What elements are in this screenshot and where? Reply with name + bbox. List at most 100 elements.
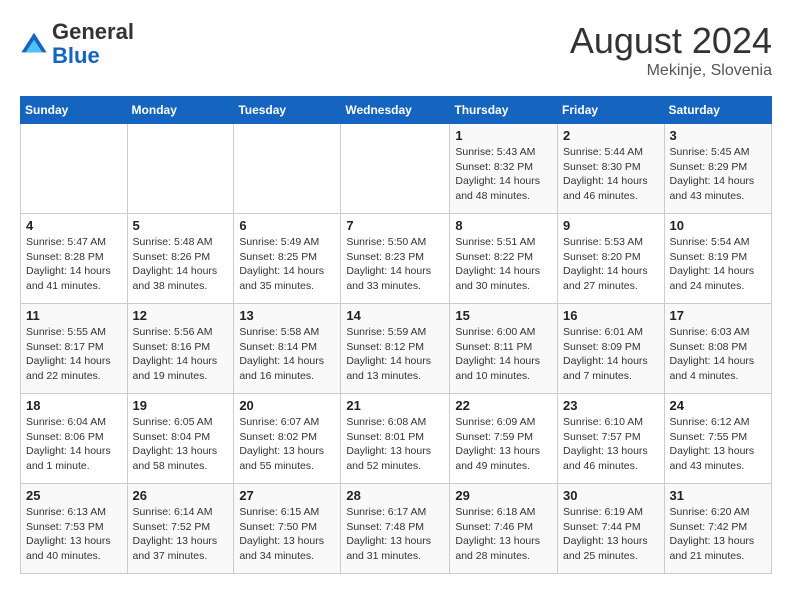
day-number: 6 [239, 218, 335, 233]
day-info: Sunrise: 6:09 AMSunset: 7:59 PMDaylight:… [455, 415, 552, 474]
weekday-header-monday: Monday [127, 97, 234, 124]
weekday-header-wednesday: Wednesday [341, 97, 450, 124]
day-number: 2 [563, 128, 659, 143]
day-number: 13 [239, 308, 335, 323]
day-number: 5 [133, 218, 229, 233]
week-row-2: 4 Sunrise: 5:47 AMSunset: 8:28 PMDaylight… [21, 214, 772, 304]
calendar-cell: 19 Sunrise: 6:05 AMSunset: 8:04 PMDayligh… [127, 394, 234, 484]
calendar-cell: 8Sunrise: 5:51 AMSunset: 8:22 PMDaylight… [450, 214, 558, 304]
weekday-header-row: SundayMondayTuesdayWednesdayThursdayFrid… [21, 97, 772, 124]
day-number: 28 [346, 488, 444, 503]
day-number: 1 [455, 128, 552, 143]
day-info: Sunrise: 5:47 AMSunset: 8:28 PMDaylight:… [26, 235, 122, 294]
week-row-5: 25Sunrise: 6:13 AMSunset: 7:53 PMDayligh… [21, 484, 772, 574]
day-info: Sunrise: 6:17 AMSunset: 7:48 PMDaylight:… [346, 505, 444, 564]
calendar-cell: 28 Sunrise: 6:17 AMSunset: 7:48 PMDayligh… [341, 484, 450, 574]
day-number: 10 [670, 218, 766, 233]
title-area: August 2024 Mekinje, Slovenia [570, 20, 772, 80]
calendar-cell: 9 Sunrise: 5:53 AMSunset: 8:20 PMDaylight… [558, 214, 665, 304]
day-number: 25 [26, 488, 122, 503]
calendar-cell: 29 Sunrise: 6:18 AMSunset: 7:46 PMDayligh… [450, 484, 558, 574]
day-number: 12 [133, 308, 229, 323]
day-number: 26 [133, 488, 229, 503]
week-row-1: 1 Sunrise: 5:43 AMSunset: 8:32 PMDaylight… [21, 124, 772, 214]
logo: General Blue [20, 20, 134, 68]
week-row-4: 18 Sunrise: 6:04 AMSunset: 8:06 PMDayligh… [21, 394, 772, 484]
day-info: Sunrise: 6:07 AMSunset: 8:02 PMDaylight:… [239, 415, 335, 474]
calendar-cell [341, 124, 450, 214]
calendar-cell: 15Sunrise: 6:00 AMSunset: 8:11 PMDayligh… [450, 304, 558, 394]
calendar-cell: 1 Sunrise: 5:43 AMSunset: 8:32 PMDaylight… [450, 124, 558, 214]
day-info: Sunrise: 5:53 AMSunset: 8:20 PMDaylight:… [563, 235, 659, 294]
calendar-cell: 4 Sunrise: 5:47 AMSunset: 8:28 PMDaylight… [21, 214, 128, 304]
day-info: Sunrise: 6:05 AMSunset: 8:04 PMDaylight:… [133, 415, 229, 474]
day-number: 21 [346, 398, 444, 413]
weekday-header-tuesday: Tuesday [234, 97, 341, 124]
day-number: 11 [26, 308, 122, 323]
calendar-cell: 17 Sunrise: 6:03 AMSunset: 8:08 PMDayligh… [664, 304, 771, 394]
day-number: 22 [455, 398, 552, 413]
day-number: 9 [563, 218, 659, 233]
calendar-cell: 6 Sunrise: 5:49 AMSunset: 8:25 PMDaylight… [234, 214, 341, 304]
day-info: Sunrise: 6:08 AMSunset: 8:01 PMDaylight:… [346, 415, 444, 474]
day-number: 29 [455, 488, 552, 503]
day-info: Sunrise: 5:55 AMSunset: 8:17 PMDaylight:… [26, 325, 122, 384]
day-number: 4 [26, 218, 122, 233]
calendar-cell: 21 Sunrise: 6:08 AMSunset: 8:01 PMDayligh… [341, 394, 450, 484]
day-number: 17 [670, 308, 766, 323]
day-info: Sunrise: 6:19 AMSunset: 7:44 PMDaylight:… [563, 505, 659, 564]
day-info: Sunrise: 6:15 AMSunset: 7:50 PMDaylight:… [239, 505, 335, 564]
day-info: Sunrise: 6:00 AMSunset: 8:11 PMDaylight:… [455, 325, 552, 384]
weekday-header-thursday: Thursday [450, 97, 558, 124]
day-number: 19 [133, 398, 229, 413]
day-info: Sunrise: 6:04 AMSunset: 8:06 PMDaylight:… [26, 415, 122, 474]
day-info: Sunrise: 6:14 AMSunset: 7:52 PMDaylight:… [133, 505, 229, 564]
day-info: Sunrise: 6:01 AMSunset: 8:09 PMDaylight:… [563, 325, 659, 384]
logo-general: General [52, 19, 134, 44]
calendar-cell [21, 124, 128, 214]
day-info: Sunrise: 5:51 AMSunset: 8:22 PMDaylight:… [455, 235, 552, 294]
calendar-cell: 27Sunrise: 6:15 AMSunset: 7:50 PMDayligh… [234, 484, 341, 574]
logo-icon [20, 30, 48, 58]
calendar-cell: 25Sunrise: 6:13 AMSunset: 7:53 PMDayligh… [21, 484, 128, 574]
calendar-cell: 3 Sunrise: 5:45 AMSunset: 8:29 PMDaylight… [664, 124, 771, 214]
weekday-header-friday: Friday [558, 97, 665, 124]
calendar-cell: 20 Sunrise: 6:07 AMSunset: 8:02 PMDayligh… [234, 394, 341, 484]
calendar-body: 1 Sunrise: 5:43 AMSunset: 8:32 PMDaylight… [21, 124, 772, 574]
calendar-cell: 22 Sunrise: 6:09 AMSunset: 7:59 PMDayligh… [450, 394, 558, 484]
calendar-cell: 16 Sunrise: 6:01 AMSunset: 8:09 PMDayligh… [558, 304, 665, 394]
day-info: Sunrise: 5:58 AMSunset: 8:14 PMDaylight:… [239, 325, 335, 384]
day-info: Sunrise: 5:43 AMSunset: 8:32 PMDaylight:… [455, 145, 552, 204]
day-number: 18 [26, 398, 122, 413]
day-info: Sunrise: 5:59 AMSunset: 8:12 PMDaylight:… [346, 325, 444, 384]
calendar-cell: 5 Sunrise: 5:48 AMSunset: 8:26 PMDaylight… [127, 214, 234, 304]
calendar-table: SundayMondayTuesdayWednesdayThursdayFrid… [20, 96, 772, 574]
weekday-header-saturday: Saturday [664, 97, 771, 124]
day-info: Sunrise: 5:48 AMSunset: 8:26 PMDaylight:… [133, 235, 229, 294]
month-year: August 2024 [570, 20, 772, 62]
header: General Blue August 2024 Mekinje, Sloven… [20, 20, 772, 80]
calendar-cell: 23 Sunrise: 6:10 AMSunset: 7:57 PMDayligh… [558, 394, 665, 484]
calendar-cell: 12Sunrise: 5:56 AMSunset: 8:16 PMDayligh… [127, 304, 234, 394]
calendar-cell: 2 Sunrise: 5:44 AMSunset: 8:30 PMDaylight… [558, 124, 665, 214]
day-info: Sunrise: 6:10 AMSunset: 7:57 PMDaylight:… [563, 415, 659, 474]
day-number: 16 [563, 308, 659, 323]
day-info: Sunrise: 6:18 AMSunset: 7:46 PMDaylight:… [455, 505, 552, 564]
day-number: 7 [346, 218, 444, 233]
day-info: Sunrise: 5:44 AMSunset: 8:30 PMDaylight:… [563, 145, 659, 204]
day-number: 20 [239, 398, 335, 413]
day-number: 3 [670, 128, 766, 143]
day-info: Sunrise: 5:49 AMSunset: 8:25 PMDaylight:… [239, 235, 335, 294]
day-number: 23 [563, 398, 659, 413]
calendar-cell: 10 Sunrise: 5:54 AMSunset: 8:19 PMDayligh… [664, 214, 771, 304]
day-info: Sunrise: 5:54 AMSunset: 8:19 PMDaylight:… [670, 235, 766, 294]
calendar-cell: 14 Sunrise: 5:59 AMSunset: 8:12 PMDayligh… [341, 304, 450, 394]
day-info: Sunrise: 6:12 AMSunset: 7:55 PMDaylight:… [670, 415, 766, 474]
day-info: Sunrise: 6:03 AMSunset: 8:08 PMDaylight:… [670, 325, 766, 384]
calendar-cell: 18 Sunrise: 6:04 AMSunset: 8:06 PMDayligh… [21, 394, 128, 484]
day-info: Sunrise: 5:45 AMSunset: 8:29 PMDaylight:… [670, 145, 766, 204]
weekday-header-sunday: Sunday [21, 97, 128, 124]
logo-blue: Blue [52, 43, 100, 68]
day-number: 14 [346, 308, 444, 323]
calendar-cell: 24Sunrise: 6:12 AMSunset: 7:55 PMDayligh… [664, 394, 771, 484]
